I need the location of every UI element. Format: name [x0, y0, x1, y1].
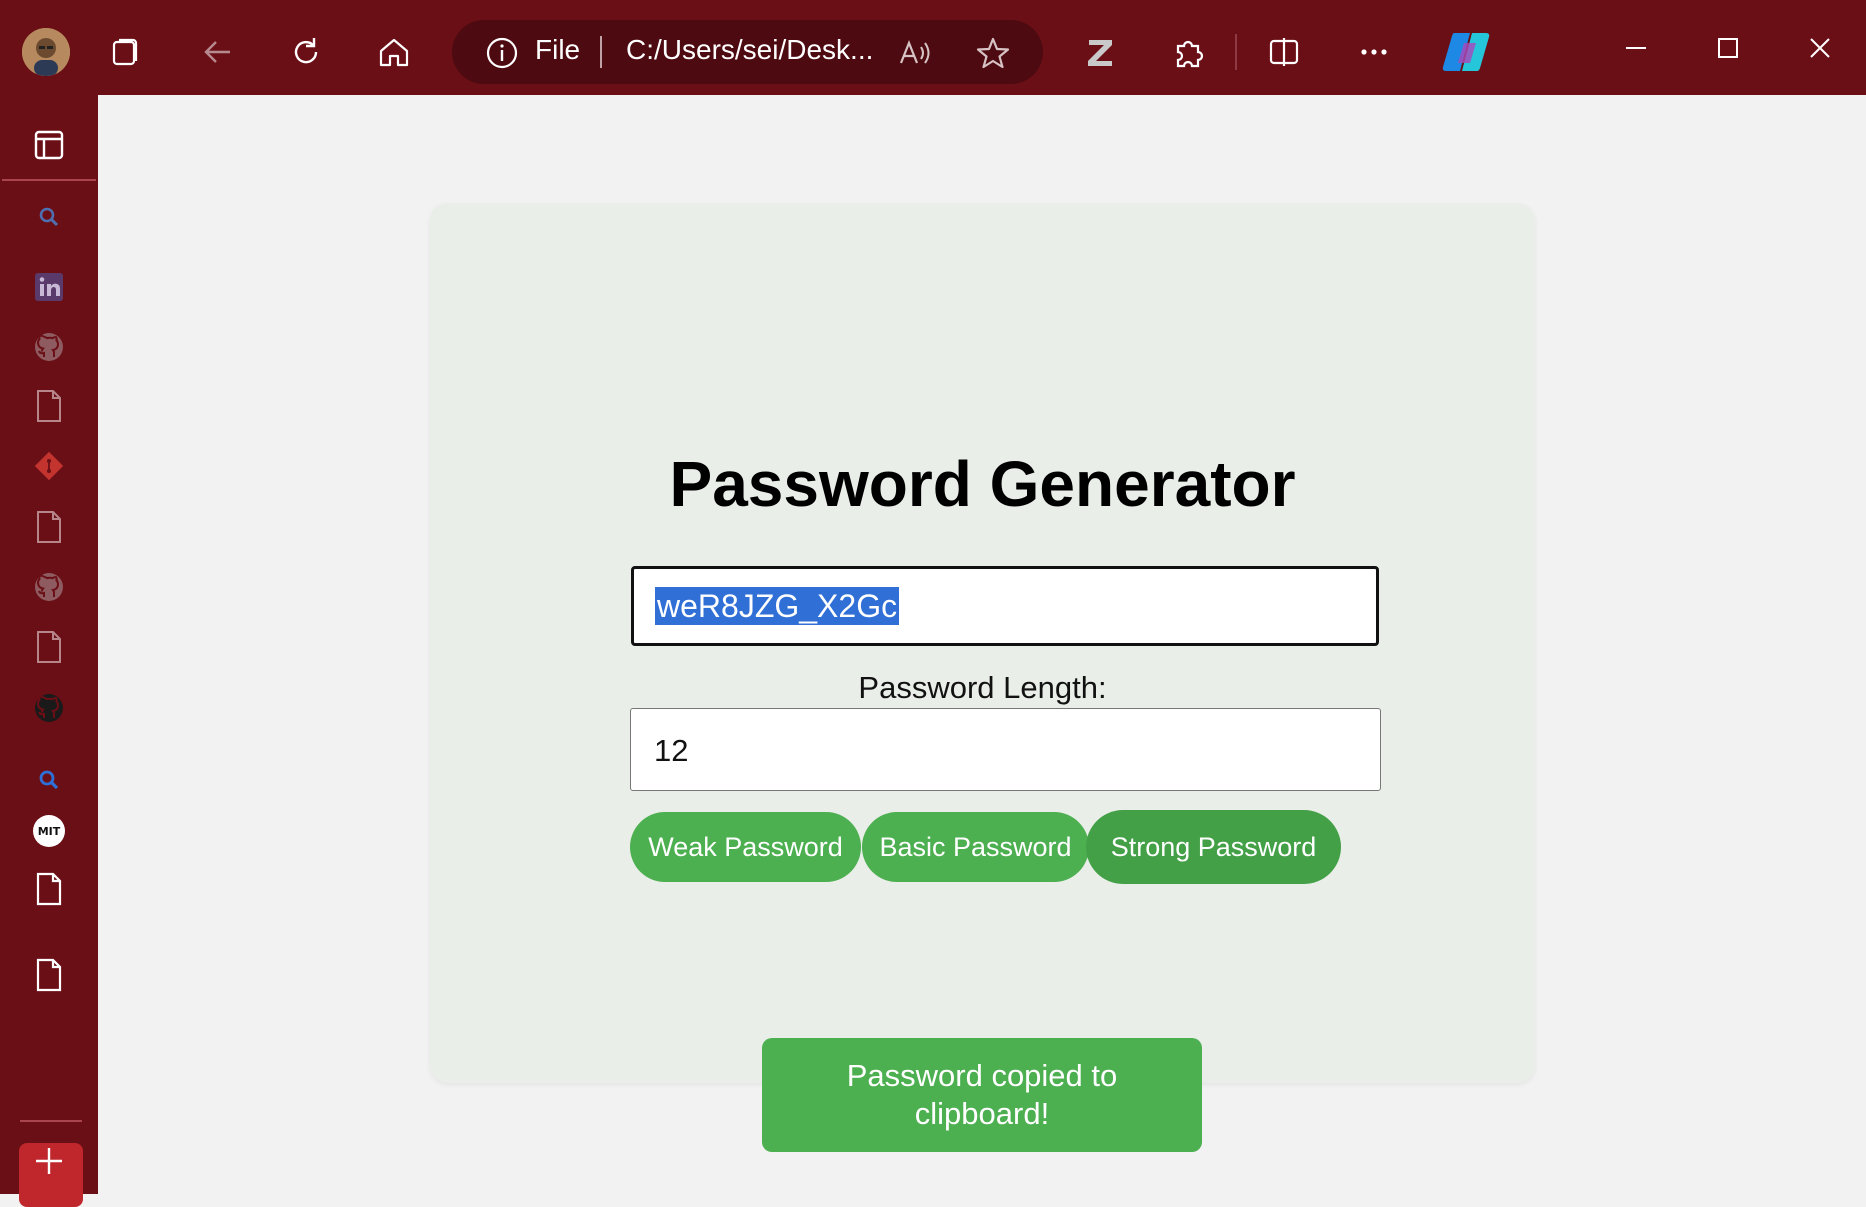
- minimize-icon[interactable]: [1616, 28, 1656, 68]
- weak-password-button[interactable]: Weak Password: [630, 812, 861, 882]
- document-icon[interactable]: [33, 388, 65, 424]
- more-options-icon[interactable]: [1354, 32, 1394, 72]
- length-value: 12: [654, 733, 689, 768]
- zotero-extension-icon[interactable]: [1080, 32, 1120, 72]
- page-title: Password Generator: [669, 448, 1296, 520]
- strong-password-button[interactable]: Strong Password: [1086, 810, 1341, 884]
- close-icon[interactable]: [1800, 28, 1840, 68]
- browser-sidebar: MIT: [0, 95, 98, 1207]
- profile-avatar[interactable]: [22, 28, 70, 76]
- toolbar-divider: [1235, 34, 1237, 70]
- github-icon[interactable]: [31, 329, 67, 365]
- extensions-puzzle-icon[interactable]: [1168, 32, 1208, 72]
- sidebar-divider: [2, 179, 96, 181]
- info-icon[interactable]: [483, 34, 521, 72]
- length-label: Password Length:: [858, 670, 1107, 705]
- document-icon[interactable]: [33, 629, 65, 665]
- copied-toast: Password copied to clipboard!: [762, 1038, 1202, 1152]
- tabs-icon[interactable]: [106, 32, 146, 72]
- github-icon[interactable]: [31, 690, 67, 726]
- split-screen-icon[interactable]: [1264, 32, 1304, 72]
- github-icon[interactable]: [31, 569, 67, 605]
- sidebar-divider: [20, 1120, 82, 1122]
- browser-toolbar: File C:/Users/sei/Desk...: [0, 0, 1866, 95]
- document-icon[interactable]: [33, 871, 65, 907]
- address-divider: [600, 36, 602, 68]
- sidebar-toggle-icon[interactable]: [29, 125, 69, 165]
- read-aloud-icon[interactable]: [896, 34, 934, 72]
- mit-icon[interactable]: MIT: [31, 813, 67, 849]
- svg-text:MIT: MIT: [38, 825, 61, 838]
- add-icon[interactable]: [33, 1145, 65, 1177]
- back-arrow-icon[interactable]: [198, 32, 238, 72]
- basic-password-button[interactable]: Basic Password: [862, 812, 1089, 882]
- maximize-icon[interactable]: [1708, 28, 1748, 68]
- home-icon[interactable]: [374, 32, 414, 72]
- document-icon[interactable]: [33, 509, 65, 545]
- linkedin-icon[interactable]: [33, 271, 65, 303]
- length-input[interactable]: 12: [630, 708, 1381, 791]
- search-icon[interactable]: [34, 202, 64, 232]
- git-icon[interactable]: [31, 448, 67, 484]
- document-icon[interactable]: [33, 957, 65, 993]
- copilot-icon[interactable]: [1440, 28, 1492, 76]
- password-output-field[interactable]: weR8JZG_X2Gc: [631, 566, 1379, 646]
- favorite-star-icon[interactable]: [974, 34, 1012, 72]
- password-value[interactable]: weR8JZG_X2Gc: [655, 587, 900, 625]
- address-scheme: File: [535, 34, 581, 65]
- refresh-icon[interactable]: [286, 32, 326, 72]
- search-icon[interactable]: [34, 765, 64, 795]
- address-url[interactable]: C:/Users/sei/Desk...: [626, 34, 873, 66]
